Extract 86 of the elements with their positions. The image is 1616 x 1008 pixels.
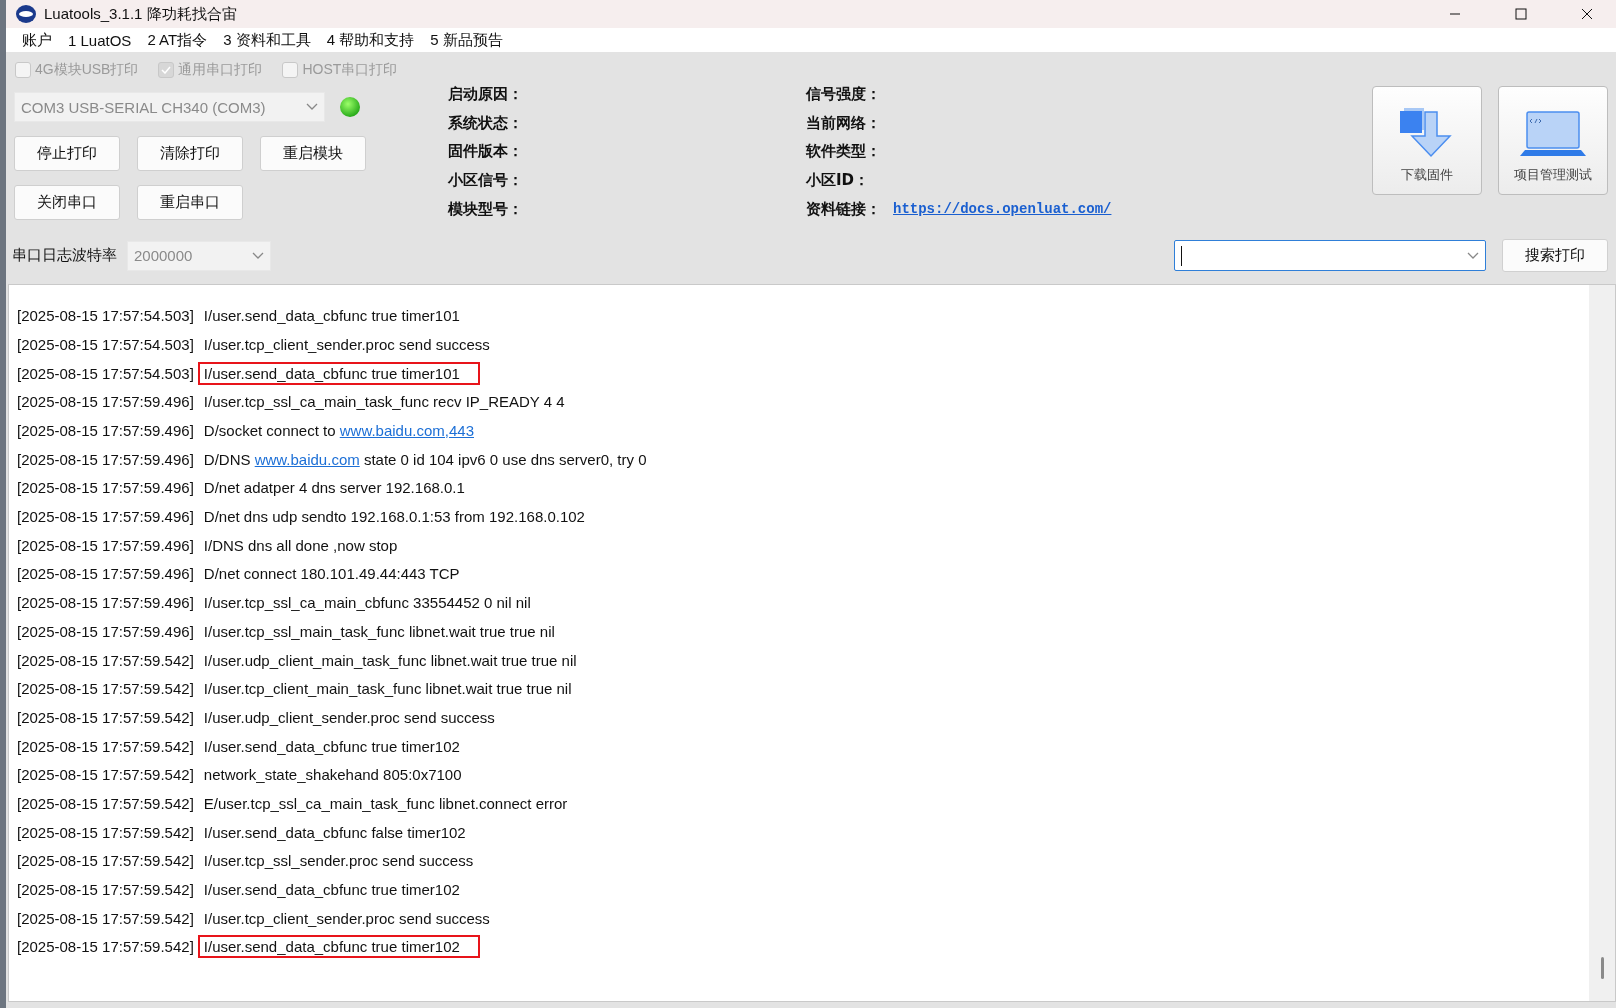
log-message: D/net dns udp sendto 192.168.0.1:53 from 192.168.0.102 [202,507,586,528]
log-message: D/net adatper 4 dns server 192.168.0.1 [202,478,466,499]
log-message: I/user.udp_client_sender.proc send success [202,707,496,728]
log-timestamp: [2025-08-15 17:57:54.503] [17,364,194,382]
menu-item[interactable]: 4 帮助和支持 [318,30,423,50]
log-timestamp: [2025-08-15 17:57:59.496] [17,422,194,440]
log-timestamp: [2025-08-15 17:57:59.496] [17,479,194,497]
log-message: D/socket connect to www.baidu.com,443 [202,421,475,442]
info-label: 小区ID： [806,170,870,190]
info-label: 模块型号： [448,199,523,219]
menu-item[interactable]: 账户 [14,30,60,50]
action-button[interactable]: 停止打印 [14,136,120,171]
docs-link[interactable]: https://docs.openluat.com/ [893,201,1112,218]
tool-button[interactable]: 项目管理测试 [1498,86,1608,195]
info-label: 固件版本： [448,142,523,162]
log-timestamp: [2025-08-15 17:57:59.542] [17,766,194,784]
log-message: I/user.send_data_cbfunc true timer101 [197,361,480,385]
log-timestamp: [2025-08-15 17:57:59.496] [17,393,194,411]
log-timestamp: [2025-08-15 17:57:59.542] [17,881,194,899]
log-timestamp: [2025-08-15 17:57:59.542] [17,651,194,669]
tool-button[interactable]: 下载固件 [1372,86,1482,195]
info-label: 启动原因： [448,84,523,104]
action-button[interactable]: 重启串口 [137,185,243,220]
log-message: D/DNS www.baidu.com state 0 id 104 ipv6 0 use dns server0, try 0 [202,449,648,470]
log-message: I/user.tcp_ssl_main_task_func libnet.wait true true nil [202,621,556,642]
log-timestamp: [2025-08-15 17:57:59.496] [17,536,194,554]
log-message: I/user.tcp_ssl_ca_main_cbfunc 33554452 0 nil nil [202,593,532,614]
close-icon [1581,8,1593,20]
log-timestamp: [2025-08-15 17:57:59.496] [17,594,194,612]
log-message: E/user.tcp_ssl_ca_main_task_func libnet.connect error [202,793,569,814]
log-message: I/user.send_data_cbfunc true timer102 [202,736,461,757]
chevron-down-icon [1467,251,1479,260]
log-timestamp: [2025-08-15 17:57:59.496] [17,622,194,640]
maximize-icon [1515,8,1527,20]
menu-item[interactable]: 3 资料和工具 [215,30,319,50]
log-timestamp: [2025-08-15 17:57:59.542] [17,823,194,841]
menu-item[interactable]: 5 新品预告 [422,30,511,50]
laptop-code-icon [1517,110,1589,158]
log-timestamp: [2025-08-15 17:57:59.496] [17,565,194,583]
action-button[interactable]: 关闭串口 [14,185,120,220]
log-timestamp: [2025-08-15 17:57:59.542] [17,852,194,870]
log-message: I/user.tcp_client_main_task_func libnet.wait true true nil [202,679,573,700]
app-logo-icon [16,5,36,23]
log-timestamp: [2025-08-15 17:57:59.542] [17,938,194,956]
menu-item[interactable]: 1 LuatOS [60,31,140,49]
log-message: I/user.tcp_ssl_ca_main_task_func recv IP_READY 4 4 [202,392,566,413]
log-message: I/user.send_data_cbfunc false timer102 [202,822,467,843]
info-label: 信号强度： [806,84,881,104]
log-timestamp: [2025-08-15 17:57:59.496] [17,450,194,468]
log-timestamp: [2025-08-15 17:57:59.542] [17,680,194,698]
log-timestamp: [2025-08-15 17:57:59.542] [17,909,194,927]
checkmark-icon [161,66,172,74]
log-link[interactable]: www.baidu.com [254,450,360,468]
chevron-down-icon [306,103,318,111]
log-message: I/user.tcp_ssl_sender.proc send success [202,851,475,872]
info-label: 小区信号： [448,170,523,190]
log-timestamp: [2025-08-15 17:57:59.542] [17,708,194,726]
log-timestamp: [2025-08-15 17:57:59.496] [17,508,194,526]
log-message: I/DNS dns all done ,now stop [202,535,399,556]
baud-rate-label: 串口日志波特率 [12,246,117,266]
log-message: I/user.send_data_cbfunc true timer102 [202,880,461,901]
log-timestamp: [2025-08-15 17:57:59.542] [17,737,194,755]
log-message: I/user.send_data_cbfunc true timer101 [202,306,461,327]
scrollbar[interactable] [1589,285,1615,1001]
info-label: 软件类型： [806,142,881,162]
log-message: I/user.tcp_client_sender.proc send success [202,908,491,929]
info-label: 当前网络： [806,113,881,133]
log-link[interactable]: www.baidu.com,443 [339,422,474,440]
info-label: 系统状态： [448,113,523,133]
log-message: I/user.udp_client_main_task_func libnet.wait true true nil [202,650,578,671]
log-message: I/user.send_data_cbfunc true timer102 [197,935,480,959]
menu-item[interactable]: 2 AT指令 [139,30,216,50]
info-label: 资料链接： [806,199,881,219]
search-field[interactable] [1174,240,1486,272]
log-message: I/user.tcp_client_sender.proc send success [202,334,491,355]
action-button[interactable]: 清除打印 [137,136,243,171]
log-message: network_state_shakehand 805:0x7100 [202,765,463,786]
action-button[interactable]: 重启模块 [260,136,366,171]
window-title: Luatools_3.1.1 降功耗找合宙 [44,4,238,24]
status-led-icon [339,96,361,118]
log-message: D/net connect 180.101.49.44:443 TCP [202,564,461,585]
search-print-button[interactable]: 搜索打印 [1502,239,1608,273]
log-timestamp: [2025-08-15 17:57:59.542] [17,794,194,812]
log-timestamp: [2025-08-15 17:57:54.503] [17,335,194,353]
chevron-down-icon [252,251,264,260]
log-timestamp: [2025-08-15 17:57:54.503] [17,307,194,325]
